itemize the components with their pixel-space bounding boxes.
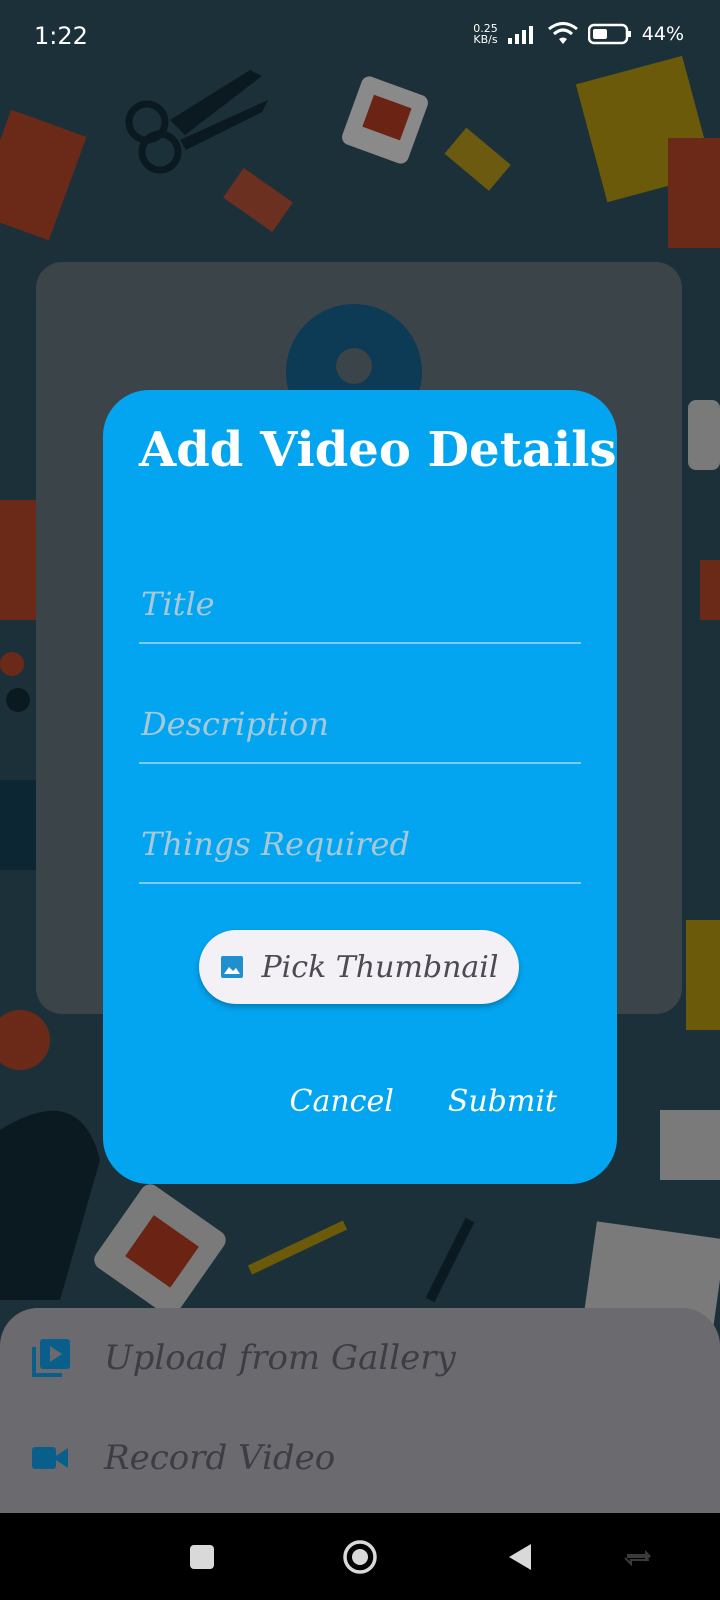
upload-from-gallery-label: Upload from Gallery xyxy=(104,1338,456,1378)
title-input[interactable] xyxy=(139,584,585,624)
status-time: 1:22 xyxy=(34,22,88,50)
back-button[interactable] xyxy=(500,1513,540,1600)
record-video-item[interactable]: Record Video xyxy=(32,1438,335,1478)
wifi-icon xyxy=(547,22,578,44)
record-video-label: Record Video xyxy=(104,1438,336,1478)
rotate-screen-icon xyxy=(624,1549,651,1566)
network-speed-unit: KB/s xyxy=(473,33,498,46)
home-circle-icon xyxy=(343,1539,377,1574)
signal-icon xyxy=(507,26,533,44)
image-icon xyxy=(220,956,243,978)
network-speed: 0.25 KB/s xyxy=(473,23,498,45)
rotate-button[interactable] xyxy=(620,1513,656,1600)
recents-button[interactable] xyxy=(182,1513,222,1600)
cancel-button[interactable]: Cancel xyxy=(290,1084,394,1119)
upload-from-gallery-item[interactable]: Upload from Gallery xyxy=(32,1338,456,1378)
bottom-sheet: Upload from Gallery Record Video xyxy=(0,1308,720,1513)
status-bar: 1:22 0.25 KB/s 44% xyxy=(0,0,720,76)
square-icon xyxy=(190,1544,214,1569)
things-required-input[interactable] xyxy=(139,824,585,864)
videocam-icon xyxy=(32,1447,68,1469)
things-required-field[interactable] xyxy=(139,762,585,884)
status-indicators: 0.25 KB/s 44% xyxy=(473,22,684,46)
add-video-details-dialog: Add Video Details Pick Thumbnail Cancel … xyxy=(103,390,617,1184)
navigation-bar xyxy=(0,1513,720,1600)
dialog-title: Add Video Details xyxy=(139,422,617,478)
home-button[interactable] xyxy=(338,1513,382,1600)
back-triangle-icon xyxy=(509,1543,531,1570)
description-field[interactable] xyxy=(139,642,585,764)
video-library-icon xyxy=(32,1339,70,1377)
dialog-actions: Cancel Submit xyxy=(290,1084,558,1119)
title-field[interactable] xyxy=(139,522,585,644)
pick-thumbnail-button[interactable]: Pick Thumbnail xyxy=(199,930,519,1004)
pick-thumbnail-label: Pick Thumbnail xyxy=(261,949,499,985)
submit-button[interactable]: Submit xyxy=(448,1084,557,1119)
battery-icon xyxy=(587,23,631,45)
description-input[interactable] xyxy=(139,704,585,744)
battery-percentage: 44% xyxy=(641,23,684,45)
